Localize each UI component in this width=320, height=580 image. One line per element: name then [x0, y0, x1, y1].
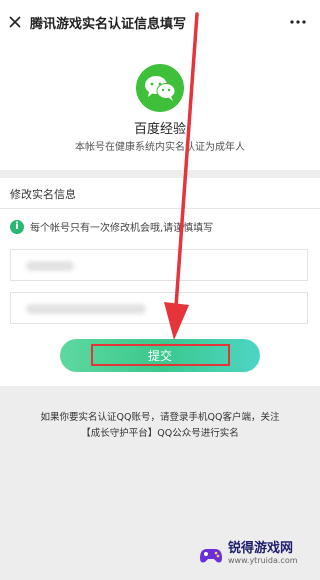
page-title: 腾讯游戏实名认证信息填写 — [30, 16, 187, 32]
watermark-title: 锐得游戏网 — [228, 540, 294, 556]
more-button[interactable] — [284, 10, 312, 34]
notice: i 每个帐号只有一次修改机会哦,请谨慎填写 — [10, 219, 213, 234]
modify-form-card: 修改实名信息 i 每个帐号只有一次修改机会哦,请谨慎填写 提交 — [0, 178, 320, 386]
account-card: 百度经验 本帐号在健康系统内实名认证为成年人 — [0, 44, 320, 170]
footer-note: 如果你要实名认证QQ账号，请登录手机QQ客户端，关注 【成长守护平台】QQ公众号… — [30, 410, 290, 442]
submit-button[interactable]: 提交 — [60, 339, 260, 372]
close-icon — [9, 16, 21, 28]
footer-line-1: 如果你要实名认证QQ账号，请登录手机QQ客户端，关注 — [40, 412, 280, 423]
watermark-logo-icon — [200, 549, 222, 563]
watermark-url: www.ytruida.com — [228, 555, 298, 565]
wechat-logo-icon — [136, 64, 184, 112]
account-name: 百度经验 — [133, 122, 186, 137]
more-icon — [290, 20, 306, 24]
section-title: 修改实名信息 — [10, 188, 76, 201]
nav-bar: 腾讯游戏实名认证信息填写 — [0, 0, 320, 44]
close-button[interactable] — [2, 0, 28, 44]
info-icon: i — [10, 219, 24, 234]
footer-line-2: 【成长守护平台】QQ公众号进行实名 — [81, 428, 239, 439]
blurred-id-value — [26, 304, 146, 314]
divider — [0, 208, 320, 209]
blurred-name-value — [26, 261, 74, 271]
watermark: 锐得游戏网 www.ytruida.com — [198, 540, 298, 566]
account-description: 本帐号在健康系统内实名认证为成年人 — [75, 142, 245, 153]
notice-text: 每个帐号只有一次修改机会哦,请谨慎填写 — [30, 223, 214, 234]
